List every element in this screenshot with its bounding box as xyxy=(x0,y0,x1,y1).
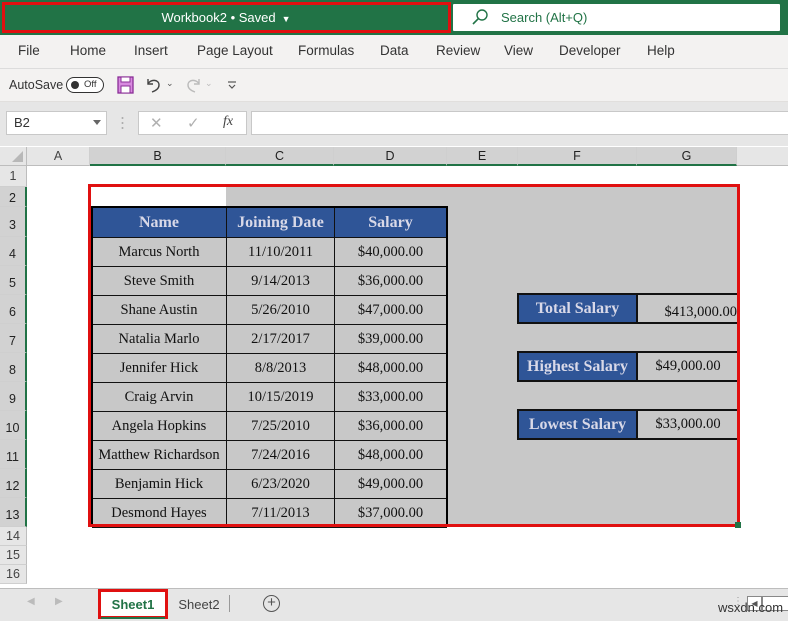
add-sheet-icon[interactable]: + xyxy=(263,595,280,612)
row-header-2[interactable]: 2 xyxy=(0,187,27,207)
menu-developer[interactable]: Developer xyxy=(559,35,621,66)
row-header-7[interactable]: 7 xyxy=(0,324,27,353)
search-box[interactable]: Search (Alt+Q) xyxy=(453,4,780,31)
title-bar: Workbook2 • Saved ▼ Search (Alt+Q) xyxy=(0,0,788,35)
scroll-left-icon[interactable]: ◀ xyxy=(27,596,35,607)
tab-sheet2[interactable]: Sheet2 xyxy=(170,592,228,617)
formula-input[interactable] xyxy=(251,111,788,135)
tab-sheet1[interactable]: Sheet1 xyxy=(98,589,168,619)
menu-page-layout[interactable]: Page Layout xyxy=(197,35,273,66)
undo-dropdown-icon[interactable]: ⌄ xyxy=(166,78,174,89)
redo-icon[interactable] xyxy=(184,76,202,94)
menu-help[interactable]: Help xyxy=(647,35,675,66)
select-all-button[interactable] xyxy=(0,147,27,166)
row-header-11[interactable]: 11 xyxy=(0,440,27,469)
row-header-4[interactable]: 4 xyxy=(0,237,27,266)
column-header-b[interactable]: B xyxy=(90,147,226,166)
title-highlight-box xyxy=(2,2,451,33)
menu-insert[interactable]: Insert xyxy=(134,35,168,66)
scroll-right-icon[interactable]: ▶ xyxy=(55,596,63,607)
menu-view[interactable]: View xyxy=(504,35,533,66)
enter-icon[interactable]: ✓ xyxy=(187,114,200,132)
column-header-e[interactable]: E xyxy=(447,147,518,166)
row-header-15[interactable]: 15 xyxy=(0,546,27,565)
column-header-empty xyxy=(737,147,788,166)
row-header-10[interactable]: 10 xyxy=(0,411,27,440)
row-header-8[interactable]: 8 xyxy=(0,353,27,382)
search-placeholder: Search (Alt+Q) xyxy=(501,10,588,25)
column-header-d[interactable]: D xyxy=(334,147,447,166)
range-highlight-box xyxy=(88,184,740,527)
watermark: wsxdn.com xyxy=(718,600,784,615)
column-header-g[interactable]: G xyxy=(637,147,737,166)
cancel-icon[interactable]: ✕ xyxy=(150,114,163,132)
sheet-tab-bar: ◀ ▶ Sheet1 Sheet2 + ⋮ ◀ wsxdn.com xyxy=(0,588,788,621)
save-icon[interactable] xyxy=(117,76,134,94)
undo-icon[interactable] xyxy=(145,76,163,94)
spreadsheet-grid: A B C D E F G 1 2 3 4 5 6 7 8 9 10 11 12… xyxy=(0,146,788,588)
search-icon xyxy=(472,9,488,25)
autosave-state: Off xyxy=(84,79,97,90)
redo-dropdown-icon[interactable]: ⌄ xyxy=(205,78,213,89)
column-header-f[interactable]: F xyxy=(518,147,637,166)
autosave-toggle[interactable]: Off xyxy=(66,77,104,93)
name-box-value: B2 xyxy=(14,115,30,130)
insert-function-icon[interactable]: fx xyxy=(223,114,233,130)
row-header-14[interactable]: 14 xyxy=(0,527,27,546)
toggle-knob xyxy=(71,81,79,89)
column-header-a[interactable]: A xyxy=(27,147,90,166)
autosave-label: AutoSave xyxy=(9,78,64,92)
tab-divider xyxy=(229,595,230,612)
row-header-3[interactable]: 3 xyxy=(0,207,27,237)
row-header-1[interactable]: 1 xyxy=(0,166,27,187)
formula-bar-area: B2 ✕ ✓ fx xyxy=(0,102,788,146)
fill-handle[interactable] xyxy=(735,522,741,528)
row-header-13[interactable]: 13 xyxy=(0,498,27,527)
quick-access-toolbar: AutoSave Off ⌄ ⌄ xyxy=(0,68,788,102)
ribbon-menu: File Home Insert Page Layout Formulas Da… xyxy=(0,35,788,68)
row-header-12[interactable]: 12 xyxy=(0,469,27,498)
row-header-5[interactable]: 5 xyxy=(0,266,27,295)
column-header-c[interactable]: C xyxy=(226,147,334,166)
name-box[interactable]: B2 xyxy=(6,111,107,135)
customize-qat-icon[interactable] xyxy=(227,79,237,91)
tab-sheet1-label: Sheet1 xyxy=(101,592,165,619)
menu-home[interactable]: Home xyxy=(70,35,106,66)
menu-formulas[interactable]: Formulas xyxy=(298,35,354,66)
row-header-9[interactable]: 9 xyxy=(0,382,27,411)
chevron-down-icon[interactable] xyxy=(93,120,101,125)
row-header-6[interactable]: 6 xyxy=(0,295,27,324)
row-header-16[interactable]: 16 xyxy=(0,565,27,584)
menu-data[interactable]: Data xyxy=(380,35,409,66)
menu-file[interactable]: File xyxy=(18,35,40,66)
drag-handle-icon[interactable] xyxy=(121,116,124,130)
menu-review[interactable]: Review xyxy=(436,35,480,66)
formula-buttons: ✕ ✓ fx xyxy=(138,111,247,135)
